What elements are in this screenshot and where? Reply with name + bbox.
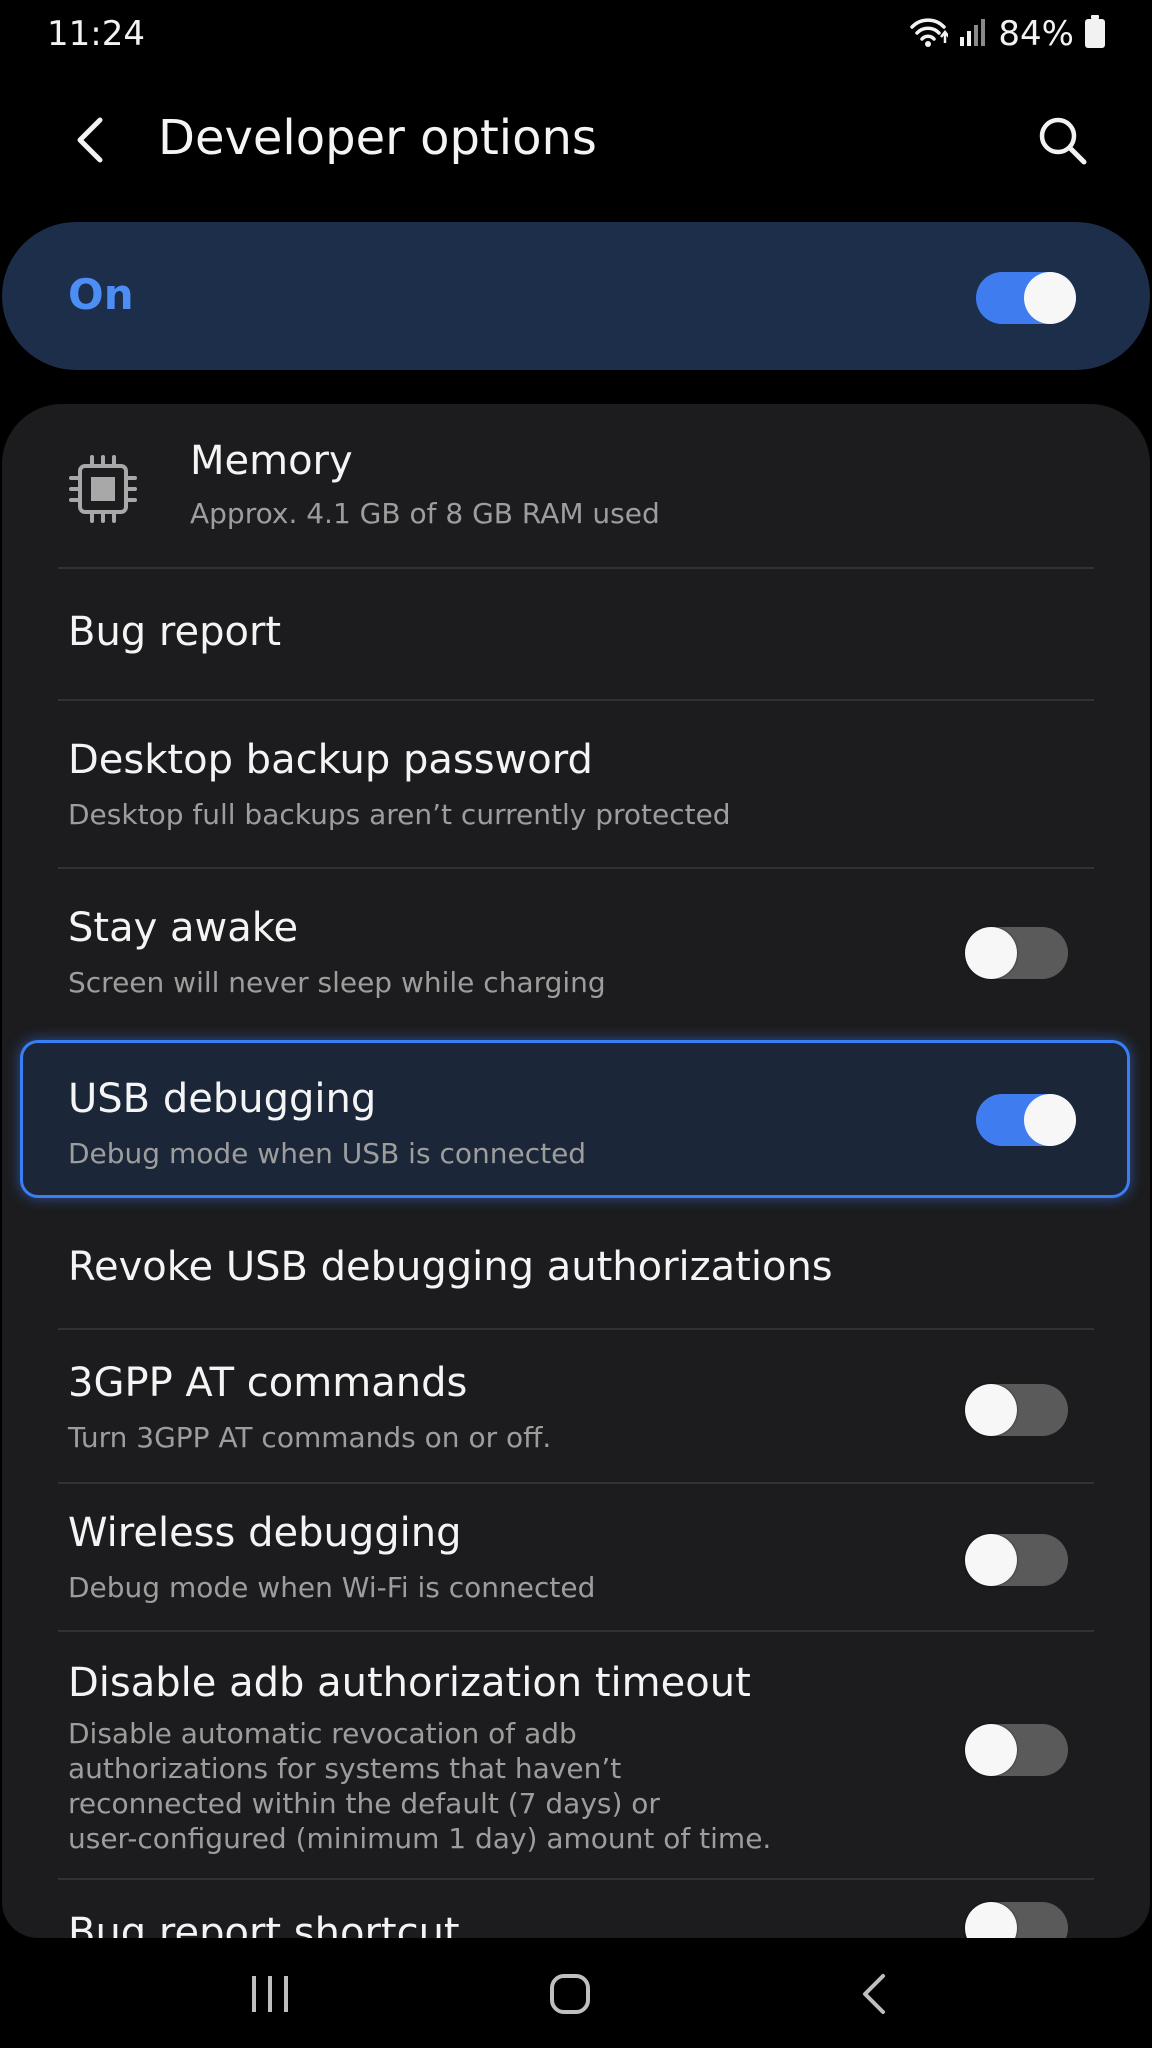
setting-subtitle: Disable automatic revocation of adb auth…	[68, 1716, 771, 1856]
setting-memory[interactable]: Memory Approx. 4.1 GB of 8 GB RAM used	[2, 404, 1150, 567]
setting-title: Bug report	[68, 609, 282, 655]
recents-icon	[252, 1976, 288, 2012]
wifi-icon	[908, 15, 951, 53]
navigation-bar	[0, 1940, 1152, 2048]
at-commands-toggle[interactable]	[965, 1384, 1068, 1436]
subtitle-line: authorizations for systems that haven’t	[68, 1752, 622, 1785]
setting-revoke-usb-debugging[interactable]: Revoke USB debugging authorizations	[2, 1204, 1150, 1328]
master-switch-label: On	[68, 270, 134, 319]
setting-3gpp-at-commands[interactable]: 3GPP AT commands Turn 3GPP AT commands o…	[2, 1330, 1150, 1482]
setting-stay-awake[interactable]: Stay awake Screen will never sleep while…	[2, 869, 1150, 1037]
master-toggle[interactable]	[976, 272, 1076, 324]
developer-options-master-switch[interactable]: On	[2, 222, 1150, 370]
toggle-knob	[965, 1384, 1017, 1436]
toggle-knob	[965, 1534, 1017, 1586]
setting-title: Desktop backup password	[68, 737, 593, 783]
setting-disable-adb-timeout[interactable]: Disable adb authorization timeout Disabl…	[2, 1632, 1150, 1878]
page-title: Developer options	[158, 110, 597, 166]
toggle-knob	[965, 1902, 1017, 1938]
setting-title: Disable adb authorization timeout	[68, 1660, 751, 1706]
home-button[interactable]	[530, 1962, 610, 2026]
battery-percent: 84%	[998, 14, 1074, 54]
setting-subtitle: Debug mode when Wi-Fi is connected	[68, 1571, 596, 1604]
battery-icon	[1084, 15, 1106, 53]
setting-title: Memory	[190, 438, 353, 484]
status-time: 11:24	[47, 14, 145, 54]
header: Developer options	[0, 90, 1152, 190]
setting-subtitle: Turn 3GPP AT commands on or off.	[68, 1421, 552, 1454]
toggle-knob	[965, 1724, 1017, 1776]
home-icon	[550, 1974, 590, 2014]
back-icon	[863, 1974, 885, 2014]
status-bar: 11:24 84%	[0, 0, 1152, 70]
search-button[interactable]	[1030, 108, 1094, 172]
subtitle-line: Disable automatic revocation of adb	[68, 1717, 577, 1750]
nav-back-button[interactable]	[834, 1962, 914, 2026]
setting-bug-report[interactable]: Bug report	[2, 569, 1150, 699]
chevron-left-icon	[77, 117, 103, 163]
bug-report-shortcut-toggle[interactable]	[965, 1902, 1068, 1938]
recents-button[interactable]	[230, 1962, 310, 2026]
toggle-knob	[965, 927, 1017, 979]
setting-desktop-backup-password[interactable]: Desktop backup password Desktop full bac…	[2, 701, 1150, 867]
setting-title: Bug report shortcut	[68, 1910, 460, 1938]
subtitle-line: user-configured (minimum 1 day) amount o…	[68, 1822, 772, 1855]
toggle-knob	[1024, 272, 1076, 324]
setting-title: Revoke USB debugging authorizations	[68, 1244, 833, 1290]
setting-title: Stay awake	[68, 905, 299, 951]
setting-subtitle: Approx. 4.1 GB of 8 GB RAM used	[190, 497, 660, 530]
back-button[interactable]	[62, 108, 118, 172]
setting-title: USB debugging	[68, 1076, 377, 1122]
search-icon	[1039, 117, 1087, 165]
adb-timeout-toggle[interactable]	[965, 1724, 1068, 1776]
stay-awake-toggle[interactable]	[965, 927, 1068, 979]
toggle-knob	[1024, 1094, 1076, 1146]
wireless-debugging-toggle[interactable]	[965, 1534, 1068, 1586]
usb-debugging-toggle[interactable]	[976, 1094, 1076, 1146]
setting-title: 3GPP AT commands	[68, 1360, 468, 1406]
setting-title: Wireless debugging	[68, 1510, 462, 1556]
subtitle-line: reconnected within the default (7 days) …	[68, 1787, 660, 1820]
setting-wireless-debugging[interactable]: Wireless debugging Debug mode when Wi-Fi…	[2, 1484, 1150, 1630]
setting-bug-report-shortcut[interactable]: Bug report shortcut	[2, 1880, 1150, 1938]
screen: 11:24 84% Developer options On Memory Ap…	[0, 0, 1152, 2048]
setting-usb-debugging[interactable]: USB debugging Debug mode when USB is con…	[2, 1040, 1150, 1198]
chip-icon	[69, 455, 137, 523]
status-icons: 84%	[908, 14, 1106, 54]
signal-icon	[958, 17, 988, 51]
setting-subtitle: Debug mode when USB is connected	[68, 1137, 587, 1170]
setting-subtitle: Screen will never sleep while charging	[68, 966, 606, 999]
settings-list: Memory Approx. 4.1 GB of 8 GB RAM used B…	[2, 404, 1150, 1938]
setting-subtitle: Desktop full backups aren’t currently pr…	[68, 798, 731, 831]
